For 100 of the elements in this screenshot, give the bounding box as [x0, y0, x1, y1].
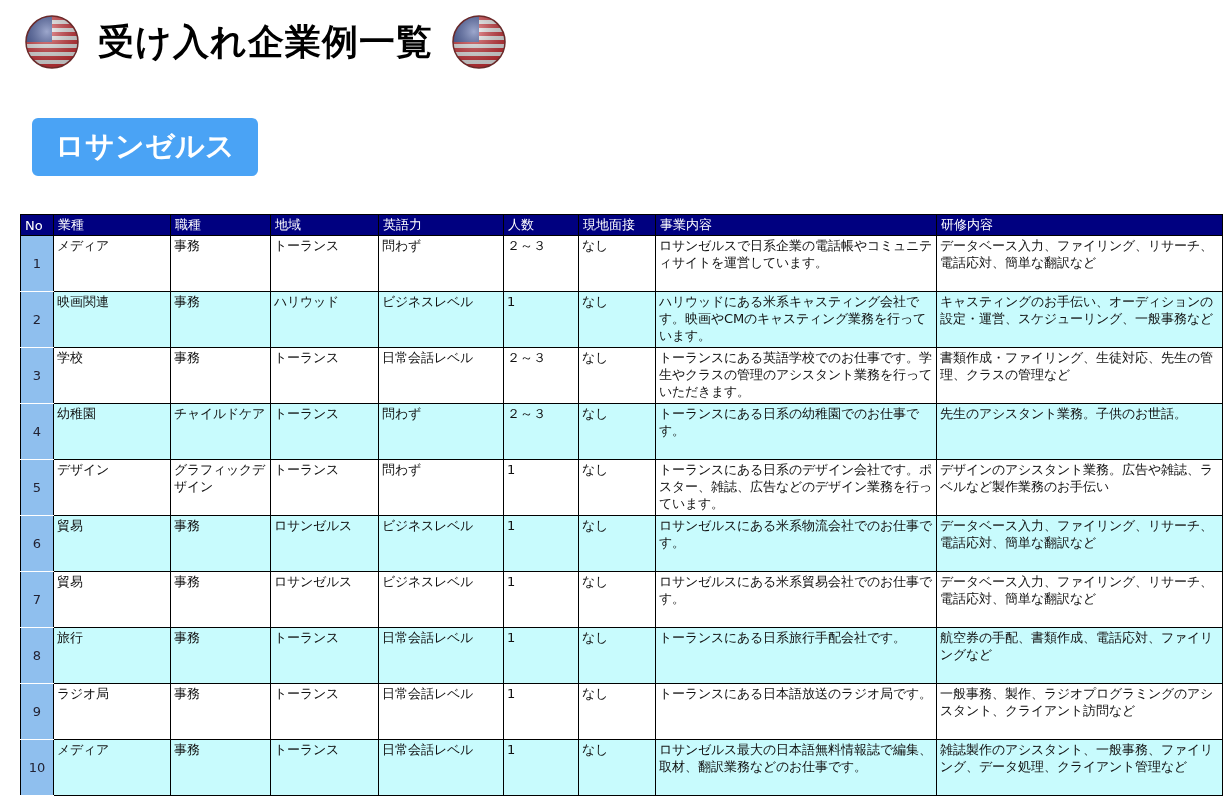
table-cell: ロサンゼルスで日系企業の電話帳やコミュニティサイトを運営しています。 — [655, 235, 937, 292]
table-cell: 日常会話レベル — [378, 683, 504, 740]
table-cell: グラフィックデザイン — [170, 459, 271, 516]
table-cell: チャイルドケア — [170, 403, 271, 460]
table-cell: トーランス — [270, 739, 379, 796]
table-cell: なし — [578, 739, 656, 796]
column-header: 職種 — [170, 214, 271, 236]
us-flag-icon — [24, 14, 80, 70]
table-cell: 事務 — [170, 627, 271, 684]
table-cell: トーランスにある日系のデザイン会社です。ポスター、雑誌、広告などのデザイン業務を行っています。 — [655, 459, 937, 516]
table-cell: ラジオ局 — [53, 683, 171, 740]
table-cell: メディア — [53, 235, 171, 292]
table-cell: 日常会話レベル — [378, 347, 504, 404]
row-number-cell: 8 — [20, 627, 54, 684]
table-cell: ビジネスレベル — [378, 515, 504, 572]
table-cell: デザインのアシスタント業務。広告や雑誌、ラベルなど製作業務のお手伝い — [936, 459, 1223, 516]
table-cell: 1 — [503, 459, 579, 516]
table-cell: 日常会話レベル — [378, 627, 504, 684]
table-cell: 1 — [503, 515, 579, 572]
table-cell: ロサンゼルスにある米系物流会社でのお仕事です。 — [655, 515, 937, 572]
table-cell: 貿易 — [53, 571, 171, 628]
table-cell: なし — [578, 683, 656, 740]
column-header: 人数 — [503, 214, 579, 236]
table-cell: 雑誌製作のアシスタント、一般事務、ファイリング、データ処理、クライアント管理など — [936, 739, 1223, 796]
table-cell: 幼稚園 — [53, 403, 171, 460]
table-cell: ロサンゼルス — [270, 571, 379, 628]
row-number-cell: 1 — [20, 235, 54, 292]
row-number-cell: 10 — [20, 739, 54, 796]
table-cell: データベース入力、ファイリング、リサーチ、電話応対、簡単な翻訳など — [936, 235, 1223, 292]
table-cell: 先生のアシスタント業務。子供のお世話。 — [936, 403, 1223, 460]
table-cell: ２～３ — [503, 403, 579, 460]
table-cell: トーランスにある日系の幼稚園でのお仕事です。 — [655, 403, 937, 460]
table-cell: 事務 — [170, 515, 271, 572]
table-cell: なし — [578, 627, 656, 684]
table-cell: トーランス — [270, 403, 379, 460]
table-cell: なし — [578, 235, 656, 292]
table-cell: 事務 — [170, 235, 271, 292]
table-cell: なし — [578, 515, 656, 572]
table-cell: 問わず — [378, 459, 504, 516]
row-number-cell: 6 — [20, 515, 54, 572]
table-cell: 1 — [503, 291, 579, 348]
table-cell: トーランスにある日本語放送のラジオ局です。 — [655, 683, 937, 740]
table-cell: ロサンゼルスにある米系貿易会社でのお仕事です。 — [655, 571, 937, 628]
table-cell: データベース入力、ファイリング、リサーチ、電話応対、簡単な翻訳など — [936, 515, 1223, 572]
table-cell: 事務 — [170, 571, 271, 628]
table-cell: トーランス — [270, 235, 379, 292]
table-cell: 事務 — [170, 347, 271, 404]
table-cell: 事務 — [170, 683, 271, 740]
column-header: No — [20, 214, 54, 236]
section-heading: ロサンゼルス — [32, 118, 258, 176]
column-header: 英語力 — [378, 214, 504, 236]
table-cell: ロサンゼルス — [270, 515, 379, 572]
table-cell: 1 — [503, 739, 579, 796]
table-cell: 航空券の手配、書類作成、電話応対、ファイリングなど — [936, 627, 1223, 684]
table-cell: ビジネスレベル — [378, 571, 504, 628]
table-cell: 旅行 — [53, 627, 171, 684]
table-cell: 問わず — [378, 403, 504, 460]
row-number-cell: 2 — [20, 291, 54, 348]
column-header: 現地面接 — [578, 214, 656, 236]
table-cell: 映画関連 — [53, 291, 171, 348]
table-cell: 日常会話レベル — [378, 739, 504, 796]
table-cell: 一般事務、製作、ラジオプログラミングのアシスタント、クライアント訪問など — [936, 683, 1223, 740]
row-number-cell: 5 — [20, 459, 54, 516]
table-cell: キャスティングのお手伝い、オーディションの設定・運営、スケジューリング、一般事務など — [936, 291, 1223, 348]
table-cell: デザイン — [53, 459, 171, 516]
table-cell: 学校 — [53, 347, 171, 404]
table-cell: なし — [578, 459, 656, 516]
page-title: 受け入れ企業例一覧 — [98, 19, 433, 64]
table-cell: トーランス — [270, 459, 379, 516]
row-number-cell: 9 — [20, 683, 54, 740]
table-cell: 1 — [503, 683, 579, 740]
table-cell: 1 — [503, 571, 579, 628]
column-header: 業種 — [53, 214, 171, 236]
table-cell: 1 — [503, 627, 579, 684]
table-cell: なし — [578, 347, 656, 404]
table-cell: ２～３ — [503, 347, 579, 404]
table-cell: なし — [578, 571, 656, 628]
table-cell: データベース入力、ファイリング、リサーチ、電話応対、簡単な翻訳など — [936, 571, 1223, 628]
table-cell: なし — [578, 291, 656, 348]
row-number-cell: 7 — [20, 571, 54, 628]
table-cell: 貿易 — [53, 515, 171, 572]
table-cell: 事務 — [170, 291, 271, 348]
table-cell: ビジネスレベル — [378, 291, 504, 348]
table-cell: トーランスにある日系旅行手配会社です。 — [655, 627, 937, 684]
table-cell: トーランス — [270, 683, 379, 740]
column-header: 地域 — [270, 214, 379, 236]
table-cell: トーランスにある英語学校でのお仕事です。学生やクラスの管理のアシスタント業務を行っていただきます。 — [655, 347, 937, 404]
table-cell: なし — [578, 403, 656, 460]
table-cell: メディア — [53, 739, 171, 796]
row-number-cell: 3 — [20, 347, 54, 404]
table-cell: 問わず — [378, 235, 504, 292]
column-header: 研修内容 — [936, 214, 1223, 236]
table-cell: ハリウッドにある米系キャスティング会社です。映画やCMのキャスティング業務を行っています。 — [655, 291, 937, 348]
table-cell: ロサンゼルス最大の日本語無料情報誌で編集、取材、翻訳業務などのお仕事です。 — [655, 739, 937, 796]
table-cell: 書類作成・ファイリング、生徒対応、先生の管理、クラスの管理など — [936, 347, 1223, 404]
column-header: 事業内容 — [655, 214, 937, 236]
table-cell: 事務 — [170, 739, 271, 796]
table-cell: トーランス — [270, 347, 379, 404]
row-number-cell: 4 — [20, 403, 54, 460]
table-cell: ハリウッド — [270, 291, 379, 348]
